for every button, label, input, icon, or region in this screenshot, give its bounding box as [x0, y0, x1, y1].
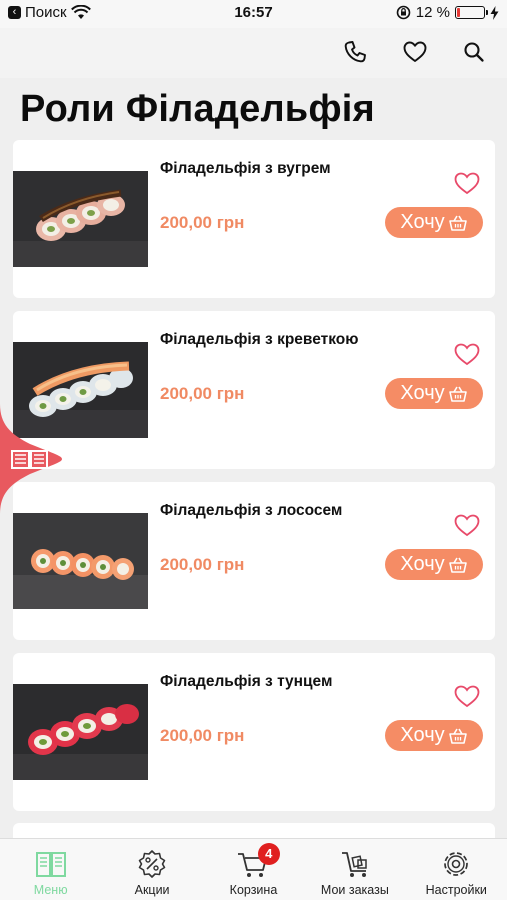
product-price: 200,00 грн — [160, 384, 245, 403]
want-button[interactable]: Хочу — [385, 549, 483, 580]
orders-cart-icon — [338, 849, 372, 879]
nav-item-promotions[interactable]: Акции — [101, 839, 202, 900]
want-button-label: Хочу — [400, 724, 445, 746]
gear-icon — [439, 849, 473, 879]
bottom-nav: Меню Акции 4 Корзина Мои заказы Настройк… — [0, 838, 507, 900]
nav-item-cart[interactable]: 4 Корзина — [203, 839, 304, 900]
want-button[interactable]: Хочу — [385, 207, 483, 238]
product-card[interactable]: Філадельфія з креветкою 200,00 грн Хочу — [13, 311, 495, 469]
battery-icon — [455, 6, 488, 19]
cart-count-badge: 4 — [257, 843, 280, 865]
nav-label: Акции — [134, 883, 170, 897]
product-card[interactable]: Філадельфія з вугрем 200,00 грн Хочу — [13, 140, 495, 298]
phone-icon[interactable] — [342, 39, 368, 65]
product-image[interactable] — [13, 513, 148, 609]
status-right: 12 % — [396, 4, 499, 21]
want-button-label: Хочу — [400, 211, 445, 233]
product-price: 200,00 грн — [160, 555, 245, 574]
nav-item-my-orders[interactable]: Мои заказы — [304, 839, 405, 900]
product-price: 200,00 грн — [160, 213, 245, 232]
want-button-label: Хочу — [400, 382, 445, 404]
favorites-heart-icon[interactable] — [402, 39, 428, 65]
orientation-lock-icon — [396, 5, 411, 20]
battery-level — [457, 8, 460, 17]
favorite-heart-icon[interactable] — [453, 341, 481, 367]
want-button-label: Хочу — [400, 553, 445, 575]
discount-icon — [135, 849, 169, 879]
nav-label: Настройки — [425, 883, 487, 897]
search-icon[interactable] — [461, 39, 487, 65]
basket-icon — [448, 215, 467, 231]
basket-icon — [448, 557, 467, 573]
favorite-heart-icon[interactable] — [453, 512, 481, 538]
product-image[interactable] — [13, 171, 148, 267]
nav-label: Меню — [33, 883, 68, 897]
catalog-side-tab[interactable] — [0, 404, 62, 514]
nav-item-settings[interactable]: Настройки — [406, 839, 507, 900]
want-button[interactable]: Хочу — [385, 720, 483, 751]
menu-book-icon — [34, 849, 68, 879]
product-image[interactable] — [13, 684, 148, 780]
nav-label: Мои заказы — [320, 883, 389, 897]
status-bar: ‹ Поиск 16:57 12 % — [0, 0, 507, 28]
battery-percent: 12 % — [415, 4, 450, 21]
product-price: 200,00 грн — [160, 726, 245, 745]
want-button[interactable]: Хочу — [385, 378, 483, 409]
product-name: Філадельфія з тунцем — [160, 673, 333, 690]
basket-icon — [448, 386, 467, 402]
top-bar — [0, 28, 507, 78]
nav-item-menu[interactable]: Меню — [0, 839, 101, 900]
basket-icon — [448, 728, 467, 744]
charging-bolt-icon — [490, 5, 499, 20]
page-title: Роли Філадельфія — [20, 88, 375, 130]
product-card[interactable]: Філадельфія з тунцем 200,00 грн Хочу — [13, 653, 495, 811]
product-name: Філадельфія з вугрем — [160, 160, 331, 177]
favorite-heart-icon[interactable] — [453, 170, 481, 196]
product-card[interactable]: Філадельфія з лососем 200,00 грн Хочу — [13, 482, 495, 640]
product-name: Філадельфія з лососем — [160, 502, 343, 519]
favorite-heart-icon[interactable] — [453, 683, 481, 709]
nav-label: Корзина — [229, 883, 278, 897]
product-name: Філадельфія з креветкою — [160, 331, 359, 348]
